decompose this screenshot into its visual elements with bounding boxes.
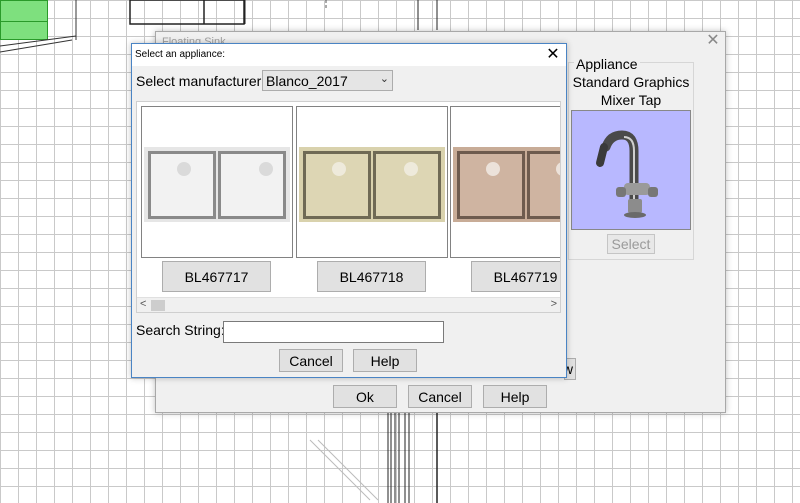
appliance-thumbnail[interactable]: [450, 106, 560, 258]
item-button-bl467718[interactable]: BL467718: [317, 261, 426, 292]
item-button-bl467717[interactable]: BL467717: [162, 261, 271, 292]
appliance-preview: [571, 110, 691, 230]
help-button[interactable]: Help: [483, 385, 547, 408]
sink-bowl-left: [457, 151, 525, 219]
select-appliance-dialog: Select an appliance: ✕ Select manufactur…: [131, 43, 567, 378]
search-label: Search String:: [136, 322, 225, 338]
sink-bowl-left: [148, 151, 216, 219]
close-icon[interactable]: ✕: [542, 45, 564, 65]
cancel-button[interactable]: Cancel: [279, 349, 343, 372]
appliance-name-line2: Mixer Tap: [600, 92, 662, 108]
sink-image: [453, 147, 560, 222]
appliance-heading: Appliance: [574, 56, 640, 72]
cancel-button[interactable]: Cancel: [408, 385, 472, 408]
scroll-right-icon[interactable]: >: [551, 298, 557, 310]
select-appliance-button[interactable]: Select: [607, 234, 655, 254]
ok-button[interactable]: Ok: [333, 385, 397, 408]
sink-bowl-right: [218, 151, 286, 219]
scrollbar-thumb[interactable]: [151, 300, 165, 311]
appliance-thumbnail[interactable]: [141, 106, 293, 258]
manufacturer-select[interactable]: Blanco_2017 ⌄: [262, 70, 393, 91]
scroll-left-icon[interactable]: <: [140, 298, 146, 310]
help-button[interactable]: Help: [353, 349, 417, 372]
sink-bowl-right: [373, 151, 441, 219]
appliance-gallery: BL467717 BL467718 BL467719 < >: [136, 101, 561, 313]
horizontal-scrollbar[interactable]: < >: [137, 297, 560, 312]
sink-image: [144, 147, 290, 222]
close-icon[interactable]: ✕: [704, 32, 722, 50]
search-input[interactable]: [223, 321, 444, 343]
sink-bowl-left: [303, 151, 371, 219]
dialog-title: Select an appliance:: [135, 49, 226, 60]
sink-image: [299, 147, 445, 222]
manufacturer-label: Select manufacturer:: [136, 73, 266, 89]
sink-bowl-right: [527, 151, 560, 219]
appliance-name-line1: Standard Graphics: [572, 74, 690, 90]
manufacturer-value: Blanco_2017: [266, 73, 348, 89]
chevron-down-icon: ⌄: [379, 73, 389, 85]
appliance-thumbnail[interactable]: [296, 106, 448, 258]
mixer-tap-icon: [596, 130, 658, 218]
item-button-bl467719[interactable]: BL467719: [471, 261, 560, 292]
